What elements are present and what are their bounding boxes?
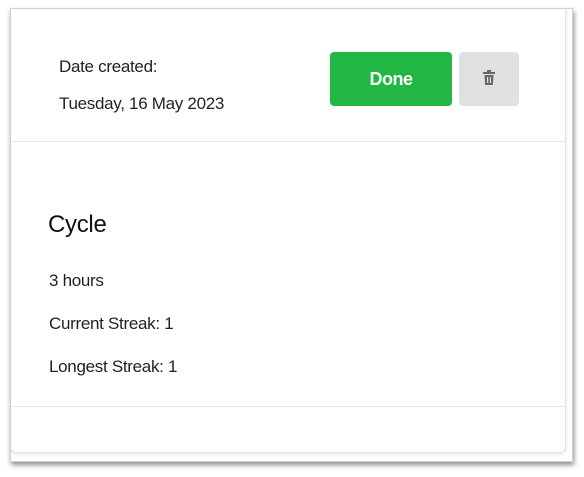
habit-duration: 3 hours xyxy=(49,271,104,290)
date-created-value: Tuesday, 16 May 2023 xyxy=(59,94,225,113)
habit-card: Date created: Tuesday, 16 May 2023 Done … xyxy=(11,9,566,453)
trash-icon xyxy=(482,69,496,89)
date-created-label: Date created: xyxy=(59,57,158,76)
current-streak: Current Streak: 1 xyxy=(49,314,174,333)
done-button[interactable]: Done xyxy=(330,52,452,106)
card-header: Date created: Tuesday, 16 May 2023 Done xyxy=(11,9,565,142)
habit-details: Cycle 3 hours Current Streak: 1 Longest … xyxy=(11,142,565,407)
habit-title: Cycle xyxy=(48,211,107,238)
delete-button[interactable] xyxy=(459,52,519,106)
longest-streak: Longest Streak: 1 xyxy=(49,357,178,376)
screenshot-frame: Date created: Tuesday, 16 May 2023 Done … xyxy=(10,8,573,462)
